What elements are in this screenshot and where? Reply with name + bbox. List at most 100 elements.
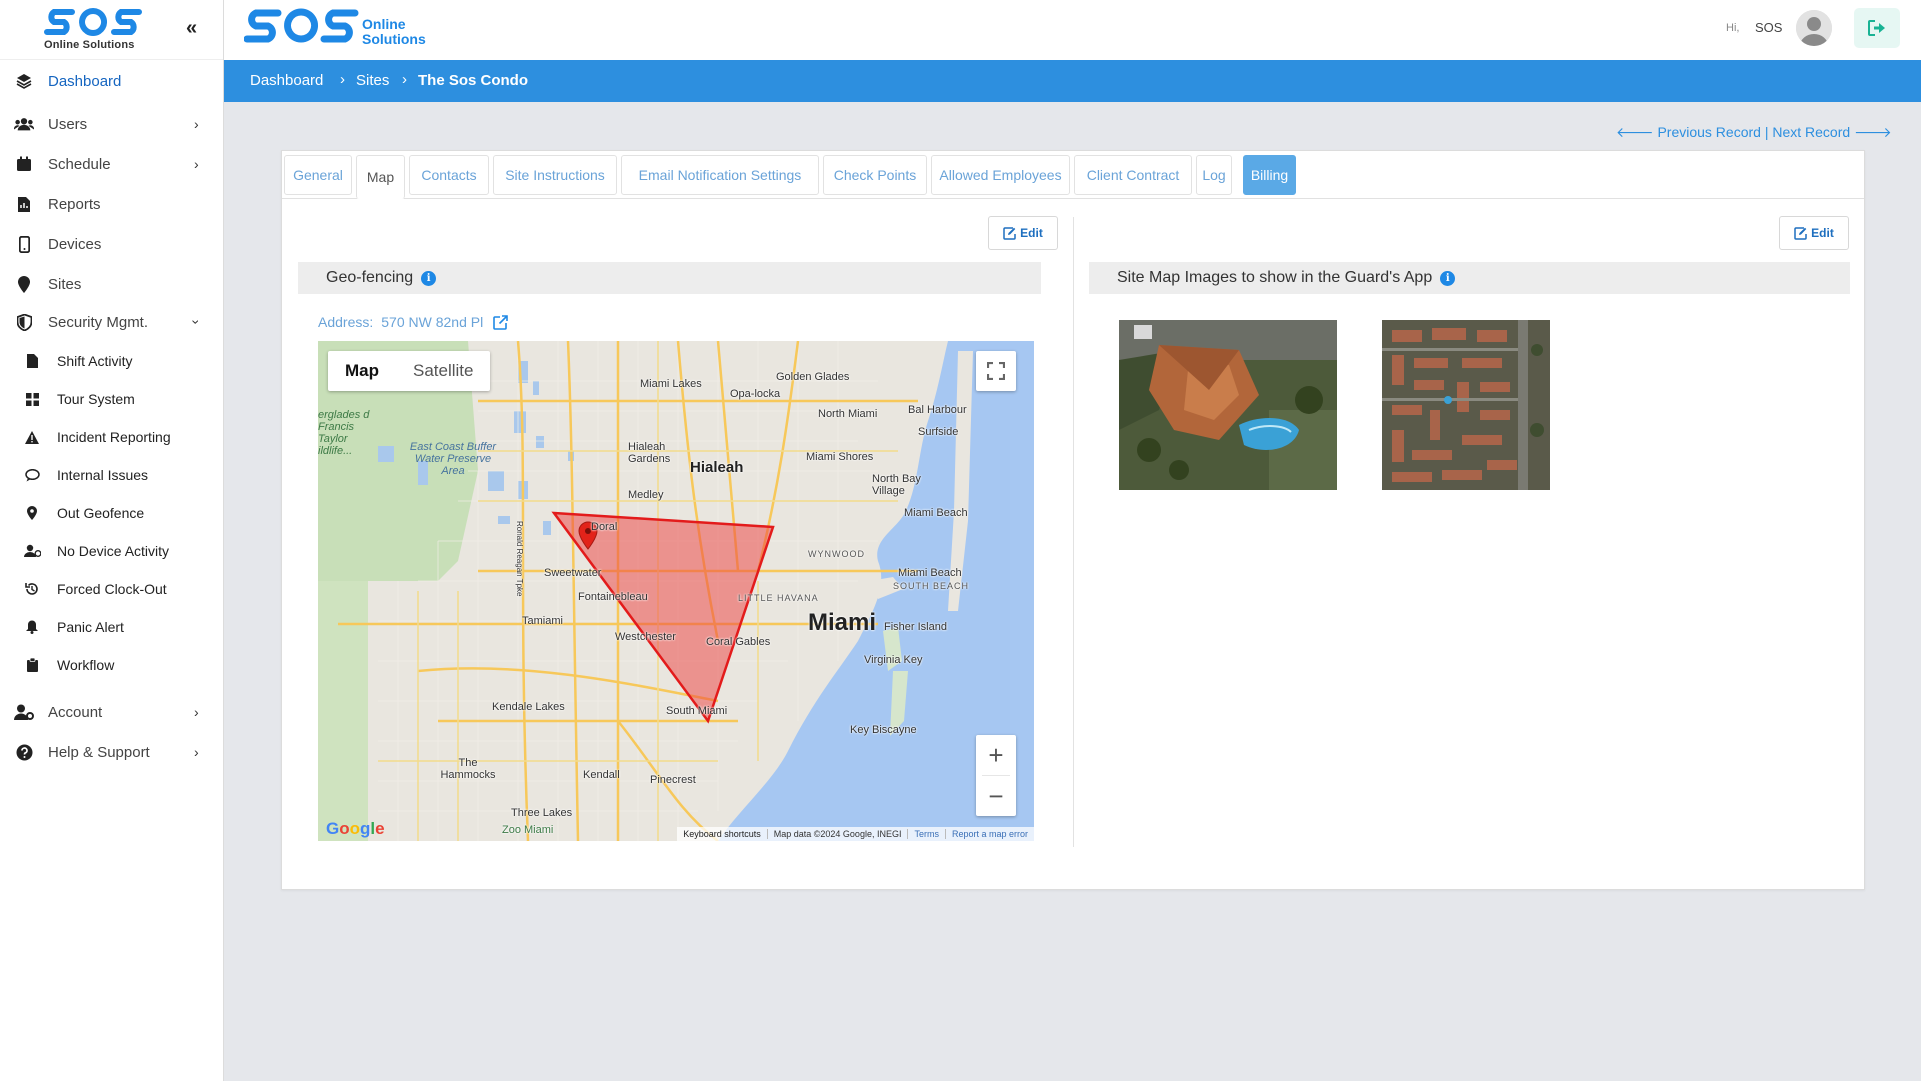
zoom-out-button[interactable]: − — [976, 776, 1016, 816]
external-link-icon[interactable] — [493, 315, 508, 330]
sidebar-subitem-workflow[interactable]: Workflow — [0, 651, 224, 679]
record-nav-separator: | — [1764, 124, 1769, 140]
map-label: SOUTH BEACH — [893, 581, 970, 591]
map-type-map-button[interactable]: Map — [328, 351, 396, 391]
map-label: Coral Gables — [706, 636, 771, 648]
fullscreen-icon — [987, 362, 1005, 380]
map-label: Doral — [591, 521, 618, 533]
tab-contacts[interactable]: Contacts — [409, 155, 489, 195]
address-value: 570 NW 82nd Pl — [381, 314, 484, 330]
sidebar-item-dashboard[interactable]: Dashboard — [0, 66, 224, 96]
site-map-image-1[interactable] — [1119, 320, 1337, 490]
record-navigation: 🡐 Previous Record | Next Record 🡒 — [1616, 124, 1892, 141]
sidebar-subitem-forced-clock-out[interactable]: Forced Clock-Out — [0, 575, 224, 603]
map-label: Hialeah Gardens — [628, 441, 671, 465]
map-label: Miami Beach — [898, 567, 962, 579]
map-label: Ronald Reagan Tpke — [515, 521, 524, 597]
info-icon[interactable]: i — [1440, 270, 1456, 286]
warning-icon — [22, 427, 42, 447]
breadcrumb: Dashboard › Sites › The Sos Condo — [224, 60, 1921, 102]
keyboard-shortcuts-link[interactable]: Keyboard shortcuts — [677, 829, 768, 839]
geofence-map[interactable]: Miami Hialeah Miami Lakes Opa-locka Gold… — [318, 341, 1034, 841]
fullscreen-button[interactable] — [976, 351, 1016, 391]
bell-icon — [22, 617, 42, 637]
geofence-section-header: Geo-fencing i — [298, 262, 1041, 294]
map-label: Westchester — [615, 631, 676, 643]
map-label: Sweetwater — [544, 567, 602, 579]
calendar-icon — [14, 154, 34, 174]
address-label: Address: — [318, 314, 374, 330]
sidebar-subitem-label: No Device Activity — [57, 543, 170, 559]
sidebar-item-account[interactable]: Account › — [0, 697, 224, 727]
sidebar-subitem-label: Incident Reporting — [57, 429, 171, 445]
map-label: North Miami — [818, 408, 878, 420]
sidebar-item-help-support[interactable]: Help & Support › — [0, 737, 224, 767]
tab-email-notification-settings[interactable]: Email Notification Settings — [621, 155, 819, 195]
map-label: East Coast Buffer Water Preserve Area — [409, 441, 497, 477]
grid-icon — [22, 389, 42, 409]
map-label: Miami Lakes — [640, 378, 702, 390]
previous-record-link[interactable]: 🡐 Previous Record — [1616, 124, 1761, 140]
terms-link[interactable]: Terms — [908, 829, 946, 839]
sidebar-subitem-tour-system[interactable]: Tour System — [0, 385, 224, 413]
geofence-edit-button[interactable]: Edit — [988, 216, 1058, 250]
sidebar-subitem-shift-activity[interactable]: Shift Activity — [0, 347, 224, 375]
map-label: LITTLE HAVANA — [738, 593, 819, 603]
next-record-label: Next Record — [1772, 124, 1851, 140]
site-details-card: General Map Contacts Site Instructions E… — [281, 150, 1865, 890]
tab-map[interactable]: Map — [356, 155, 405, 199]
map-type-control: Map Satellite — [328, 351, 491, 391]
sidebar-item-label: Sites — [48, 275, 82, 293]
edit-icon — [1003, 226, 1016, 240]
site-map-image-2[interactable] — [1382, 320, 1550, 490]
tab-client-contract[interactable]: Client Contract — [1074, 155, 1192, 195]
tab-log[interactable]: Log — [1196, 155, 1232, 195]
sidebar-item-label: Schedule — [48, 155, 111, 173]
site-images-section-header: Site Map Images to show in the Guard's A… — [1089, 262, 1850, 294]
breadcrumb-separator-icon: › — [340, 71, 345, 88]
file-report-icon — [14, 194, 34, 214]
breadcrumb-dashboard[interactable]: Dashboard — [250, 72, 323, 89]
sos-logo-icon[interactable] — [244, 6, 359, 46]
sidebar-item-devices[interactable]: Devices — [0, 229, 224, 259]
greeting: Hi, — [1726, 22, 1740, 34]
column-divider — [1073, 217, 1074, 847]
site-images-edit-button[interactable]: Edit — [1779, 216, 1849, 250]
tab-allowed-employees[interactable]: Allowed Employees — [931, 155, 1070, 195]
sidebar-subitem-out-geofence[interactable]: Out Geofence — [0, 499, 224, 527]
logout-button[interactable] — [1854, 8, 1900, 48]
sidebar-subitem-internal-issues[interactable]: Internal Issues — [0, 461, 224, 489]
tab-site-instructions[interactable]: Site Instructions — [493, 155, 617, 195]
sidebar-subitem-panic-alert[interactable]: Panic Alert — [0, 613, 224, 641]
sidebar-item-schedule[interactable]: Schedule › — [0, 149, 224, 179]
sidebar-item-reports[interactable]: Reports — [0, 189, 224, 219]
next-record-link[interactable]: Next Record 🡒 — [1772, 124, 1891, 140]
zoom-control: + − — [976, 735, 1016, 816]
map-canvas[interactable] — [318, 341, 1034, 841]
history-icon — [22, 579, 42, 599]
sidebar-item-sites[interactable]: Sites — [0, 269, 224, 299]
tab-check-points[interactable]: Check Points — [823, 155, 927, 195]
geofence-edit-label: Edit — [1020, 226, 1043, 240]
sidebar-subitem-no-device-activity[interactable]: No Device Activity — [0, 537, 224, 565]
zoom-in-button[interactable]: + — [976, 735, 1016, 775]
info-icon[interactable]: i — [421, 270, 437, 286]
header-brand-line2: Solutions — [362, 31, 426, 47]
report-map-error-link[interactable]: Report a map error — [946, 829, 1034, 839]
previous-record-label: Previous Record — [1657, 124, 1761, 140]
tab-general[interactable]: General — [284, 155, 352, 195]
username[interactable]: SOS — [1755, 20, 1782, 35]
map-type-satellite-button[interactable]: Satellite — [396, 351, 490, 391]
map-label: North Bay Village — [872, 473, 921, 497]
aerial-photo-pool — [1119, 320, 1337, 490]
sidebar-item-users[interactable]: Users › — [0, 109, 224, 139]
avatar[interactable] — [1796, 10, 1832, 46]
tab-billing[interactable]: Billing — [1243, 155, 1296, 195]
sidebar-collapse-icon[interactable]: « — [186, 18, 197, 38]
breadcrumb-sites[interactable]: Sites — [356, 72, 389, 89]
sidebar-item-label: Security Mgmt. — [48, 313, 149, 331]
sidebar-item-security-mgmt[interactable]: Security Mgmt. › — [0, 307, 224, 337]
map-label: Fontainebleau — [578, 591, 648, 603]
sidebar-subitem-incident-reporting[interactable]: Incident Reporting — [0, 423, 224, 451]
geofence-title: Geo-fencing — [326, 269, 414, 286]
